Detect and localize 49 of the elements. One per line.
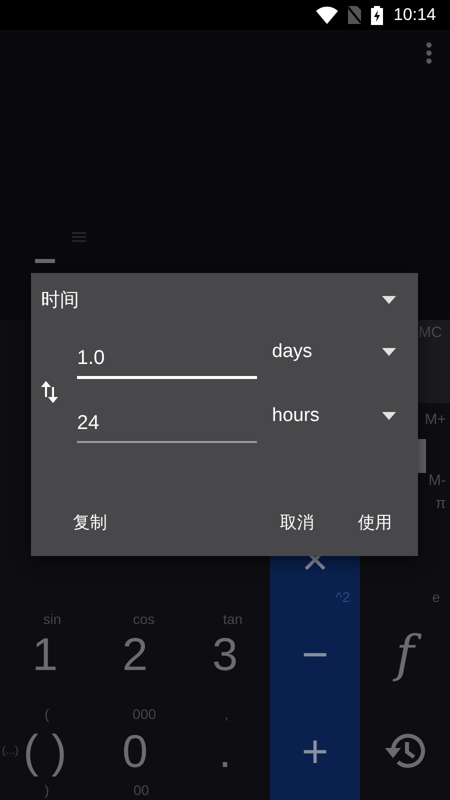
key-label: . [218,724,232,778]
history-icon [383,731,427,771]
calculator-key[interactable]: 000 0 00 [90,702,180,800]
battery-charging-icon [371,6,384,24]
memory-key[interactable]: M+ [424,411,446,428]
key-hint: sin [43,611,62,627]
calculator-key[interactable]: (...) ( ( ) ) [0,702,90,800]
memory-key[interactable]: π [436,495,446,512]
key-hint: (...) [2,745,18,757]
category-dropdown[interactable]: 时间 [41,287,79,313]
unit-dropdown[interactable]: days [272,341,396,379]
key-hint: ( [44,706,50,722]
calculator-key[interactable]: tan 3 [180,607,270,702]
value-field[interactable]: 24 [77,408,257,443]
calculator-key[interactable]: cos 2 [90,607,180,702]
clock-time: 10:14 [393,5,436,25]
key-hint: tan [223,611,243,627]
wifi-icon [316,6,338,24]
key-label: f [386,626,424,684]
key-label: ( ) [23,724,67,778]
scroll-thumb[interactable] [418,439,426,473]
dropdown-caret-icon [382,348,396,356]
key-label: 2 [122,628,148,681]
cursor-dash-icon [35,259,55,263]
memory-key[interactable]: M- [428,472,446,489]
calculator-key[interactable]: f [360,607,450,702]
key-label: 0 [122,724,148,778]
key-hint: cos [132,611,155,627]
drag-handle-icon[interactable] [72,232,86,242]
value-field[interactable]: 1.0 [77,343,257,379]
key-hint: 00 [133,782,150,798]
dropdown-caret-icon [382,296,396,304]
key-label: 3 [212,628,238,681]
key-hint: 000 [132,706,156,722]
calculator-key[interactable]: , . [180,702,270,800]
key-hint: ) [44,782,50,798]
operator-key[interactable]: + [270,702,360,800]
key-label: − [302,628,328,681]
swap-icon[interactable] [41,381,59,403]
more-options-icon[interactable] [426,42,432,64]
no-sim-icon [348,6,362,24]
key-hint: , [224,706,228,722]
dropdown-caret-icon [382,412,396,420]
calculator-key[interactable]: sin 1 [0,607,90,702]
dialog-action-button[interactable]: 复制 [69,507,111,538]
key-label: + [302,724,328,778]
key-label: 1 [32,628,58,681]
unit-dropdown[interactable]: hours [272,405,396,443]
operator-key[interactable]: − [270,607,360,702]
